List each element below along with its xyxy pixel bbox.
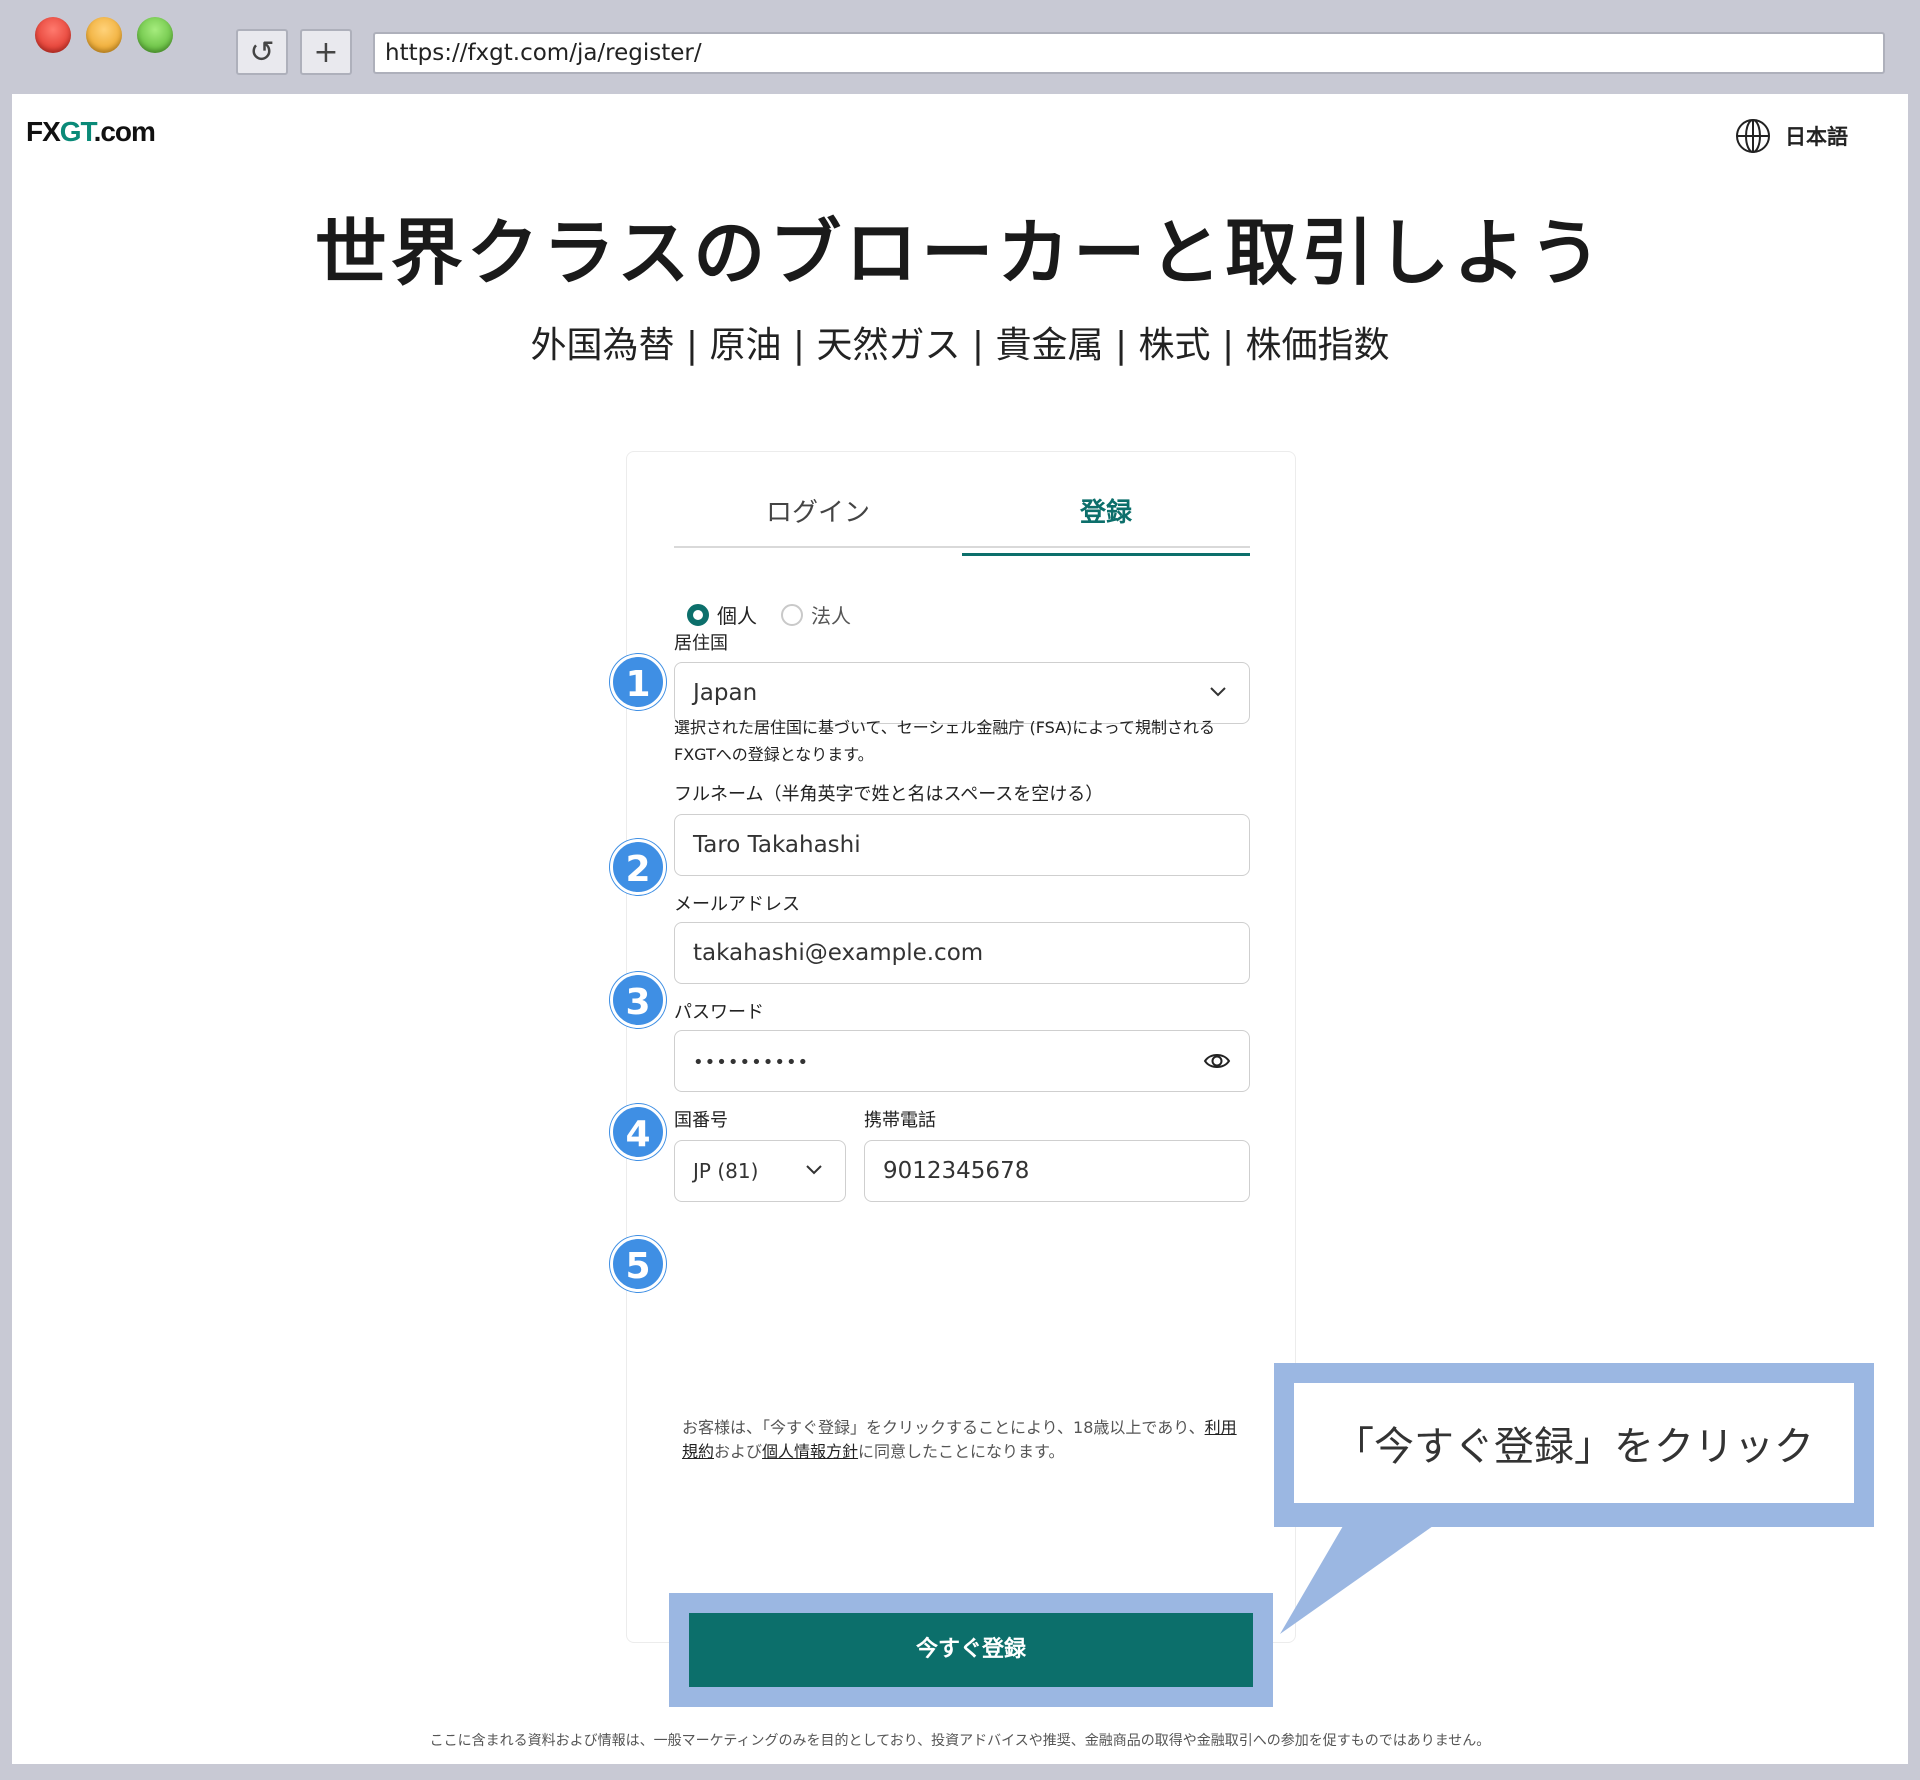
minimize-window-button[interactable]: [86, 17, 122, 53]
phone-label: 携帯電話: [864, 1110, 936, 1131]
phone-input[interactable]: 9012345678: [864, 1140, 1250, 1202]
password-value: ••••••••••: [693, 1052, 810, 1073]
browser-chrome: ↺ + https://fxgt.com/ja/register/: [0, 0, 1920, 94]
address-bar[interactable]: https://fxgt.com/ja/register/: [373, 32, 1885, 74]
fullname-input[interactable]: Taro Takahashi: [674, 814, 1250, 876]
logo-prefix: FX: [26, 116, 61, 147]
country-label: 居住国: [674, 633, 728, 654]
page-title: 世界クラスのブローカーと取引しよう: [314, 211, 1606, 295]
legal-notice: お客様は、「今すぐ登録」をクリックすることにより、18歳以上であり、利用規約およ…: [682, 1416, 1242, 1464]
country-value: Japan: [693, 680, 758, 706]
eye-icon[interactable]: [1203, 1049, 1231, 1073]
step-badge-1: 1: [610, 654, 666, 710]
language-label: 日本語: [1785, 125, 1848, 149]
radio-corporate[interactable]: 法人: [781, 600, 851, 629]
country-code-value: JP (81): [693, 1159, 759, 1183]
close-window-button[interactable]: [35, 17, 71, 53]
chevron-down-icon: [1210, 687, 1226, 697]
tab-login[interactable]: ログイン: [674, 492, 962, 546]
callout-tail: [1280, 1514, 1450, 1634]
reload-icon: ↺: [249, 34, 275, 70]
radio-corporate-label: 法人: [811, 604, 851, 628]
password-input[interactable]: ••••••••••: [674, 1030, 1250, 1092]
new-tab-button[interactable]: +: [300, 29, 352, 75]
fxgt-logo[interactable]: FXGT.com: [26, 116, 156, 148]
country-note: 選択された居住国に基づいて、セーシェル金融庁 (FSA)によって規制されるFXG…: [674, 718, 1216, 764]
maximize-window-button[interactable]: [137, 17, 173, 53]
logo-suffix: .com: [93, 116, 156, 147]
submit-highlight: 今すぐ登録: [669, 1593, 1273, 1707]
step-badge-2: 2: [610, 839, 666, 895]
logo-gt: GT: [59, 116, 95, 147]
email-label: メールアドレス: [674, 894, 800, 915]
email-input[interactable]: takahashi@example.com: [674, 922, 1250, 984]
radio-individual-label: 個人: [717, 604, 757, 628]
chevron-down-icon: [806, 1165, 822, 1175]
country-code-label: 国番号: [674, 1110, 728, 1131]
step-badge-4: 4: [610, 1104, 666, 1160]
register-now-button[interactable]: 今すぐ登録: [689, 1613, 1253, 1687]
radio-individual[interactable]: 個人: [687, 600, 757, 629]
web-page: FXGT.com 日本語 世界クラスのブローカーと取引しよう 外国為替 | 原油…: [12, 94, 1908, 1764]
registration-card: ログイン 登録 個人 法人 居住国 Japan 選択された居住国に基づいて、セー…: [626, 451, 1296, 1643]
country-code-select[interactable]: JP (81): [674, 1140, 846, 1202]
fullname-label: フルネーム（半角英字で姓と名はスペースを空ける）: [674, 784, 1104, 805]
radio-selected-icon: [687, 603, 709, 626]
radio-unselected-icon: [781, 603, 803, 626]
privacy-link[interactable]: 個人情報方針: [762, 1442, 858, 1461]
legal-text-before: お客様は、「今すぐ登録」をクリックすることにより、18歳以上であり、: [682, 1418, 1205, 1437]
password-label: パスワード: [674, 1002, 764, 1023]
account-type-group: 個人 法人: [687, 600, 851, 629]
page-subtitle: 外国為替 | 原油 | 天然ガス | 貴金属 | 株式 | 株価指数: [530, 325, 1390, 366]
legal-text-middle: および: [714, 1442, 763, 1461]
reload-button[interactable]: ↺: [236, 29, 288, 75]
disclaimer-footer: ここに含まれる資料および情報は、一般マーケティングのみを目的としており、投資アド…: [429, 1733, 1491, 1749]
language-selector[interactable]: 日本語: [1735, 118, 1848, 154]
step-badge-3: 3: [610, 972, 666, 1028]
step-badge-5: 5: [610, 1236, 666, 1292]
callout-text: 「今すぐ登録」をクリック: [1294, 1383, 1854, 1503]
instruction-callout: 「今すぐ登録」をクリック: [1274, 1363, 1874, 1527]
plus-icon: +: [313, 34, 339, 70]
auth-tabs: ログイン 登録: [674, 492, 1250, 556]
legal-text-after: に同意したことになります。: [858, 1442, 1065, 1461]
tab-register[interactable]: 登録: [962, 492, 1250, 556]
globe-icon: [1736, 119, 1770, 153]
